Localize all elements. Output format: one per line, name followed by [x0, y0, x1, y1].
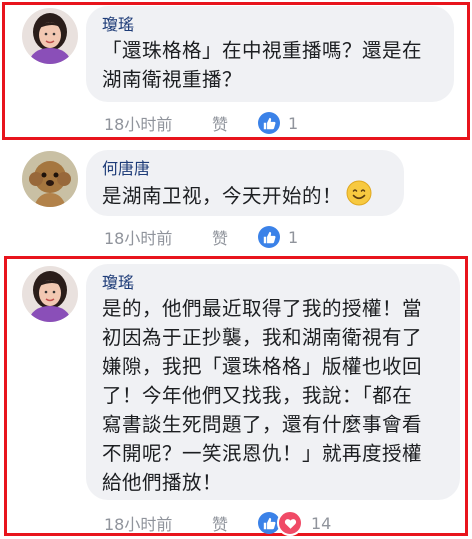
comment-line: 是的，他們最近取得了我的授權！當: [102, 297, 423, 320]
timestamp[interactable]: 18小时前: [104, 111, 212, 135]
reactions[interactable]: 1: [258, 112, 298, 134]
comment-line: 寫書談生死問題了，還有什麼事會看: [102, 413, 423, 436]
comment-line: 嫌隙，我把「還珠格格」版權也收回: [102, 355, 423, 378]
comment-meta: 18小时前 赞 1: [104, 224, 298, 250]
comment-bubble: 何唐唐 是湖南卫视，今天开始的！: [86, 150, 404, 216]
comment-text: 是湖南卫视，今天开始的！: [102, 180, 388, 214]
smiling-face-emoji-icon: [346, 180, 372, 214]
comment-line: 湖南衛視重播？: [102, 68, 243, 91]
avatar[interactable]: [22, 8, 78, 64]
reactions[interactable]: 1: [258, 226, 298, 248]
timestamp[interactable]: 18小时前: [104, 225, 212, 249]
comment-line: 給他們播放！: [102, 471, 223, 494]
author-name[interactable]: 何唐唐: [102, 158, 388, 180]
author-name[interactable]: 瓊瑤: [102, 14, 438, 36]
reaction-count: 14: [311, 513, 332, 533]
thumbs-up-icon: [258, 226, 280, 248]
like-button[interactable]: 赞: [212, 511, 258, 535]
avatar[interactable]: [22, 151, 78, 207]
comment-line: 是湖南卫视，今天开始的！: [102, 184, 343, 208]
like-button[interactable]: 赞: [212, 225, 258, 249]
reaction-count: 1: [288, 113, 299, 133]
comment-text: 「還珠格格」在中視重播嗎？還是在 湖南衛視重播？: [102, 36, 438, 94]
comment-line: 「還珠格格」在中視重播嗎？還是在: [102, 39, 423, 62]
comment-line: 了！今年他們又找我，我說：「都在: [102, 384, 413, 407]
thumbs-up-icon: [258, 112, 280, 134]
comment-bubble: 瓊瑤 「還珠格格」在中視重播嗎？還是在 湖南衛視重播？: [86, 6, 454, 102]
like-button[interactable]: 赞: [212, 111, 258, 135]
reactions[interactable]: 14: [258, 510, 331, 536]
reaction-count: 1: [288, 227, 299, 247]
comment-meta: 18小时前 赞 14: [104, 510, 331, 536]
comment-line: 初因為于正抄襲，我和湖南衛視有了: [102, 326, 423, 349]
comment-meta: 18小时前 赞 1: [104, 110, 298, 136]
comment-bubble: 瓊瑤 是的，他們最近取得了我的授權！當 初因為于正抄襲，我和湖南衛視有了 嫌隙，…: [86, 264, 460, 500]
comment-text: 是的，他們最近取得了我的授權！當 初因為于正抄襲，我和湖南衛視有了 嫌隙，我把「…: [102, 294, 444, 497]
author-name[interactable]: 瓊瑤: [102, 272, 444, 294]
comment-line: 不開呢？一笑泯恩仇！」就再度授權: [102, 442, 423, 465]
avatar[interactable]: [22, 266, 78, 322]
timestamp[interactable]: 18小时前: [104, 511, 212, 535]
heart-icon: [277, 510, 303, 536]
